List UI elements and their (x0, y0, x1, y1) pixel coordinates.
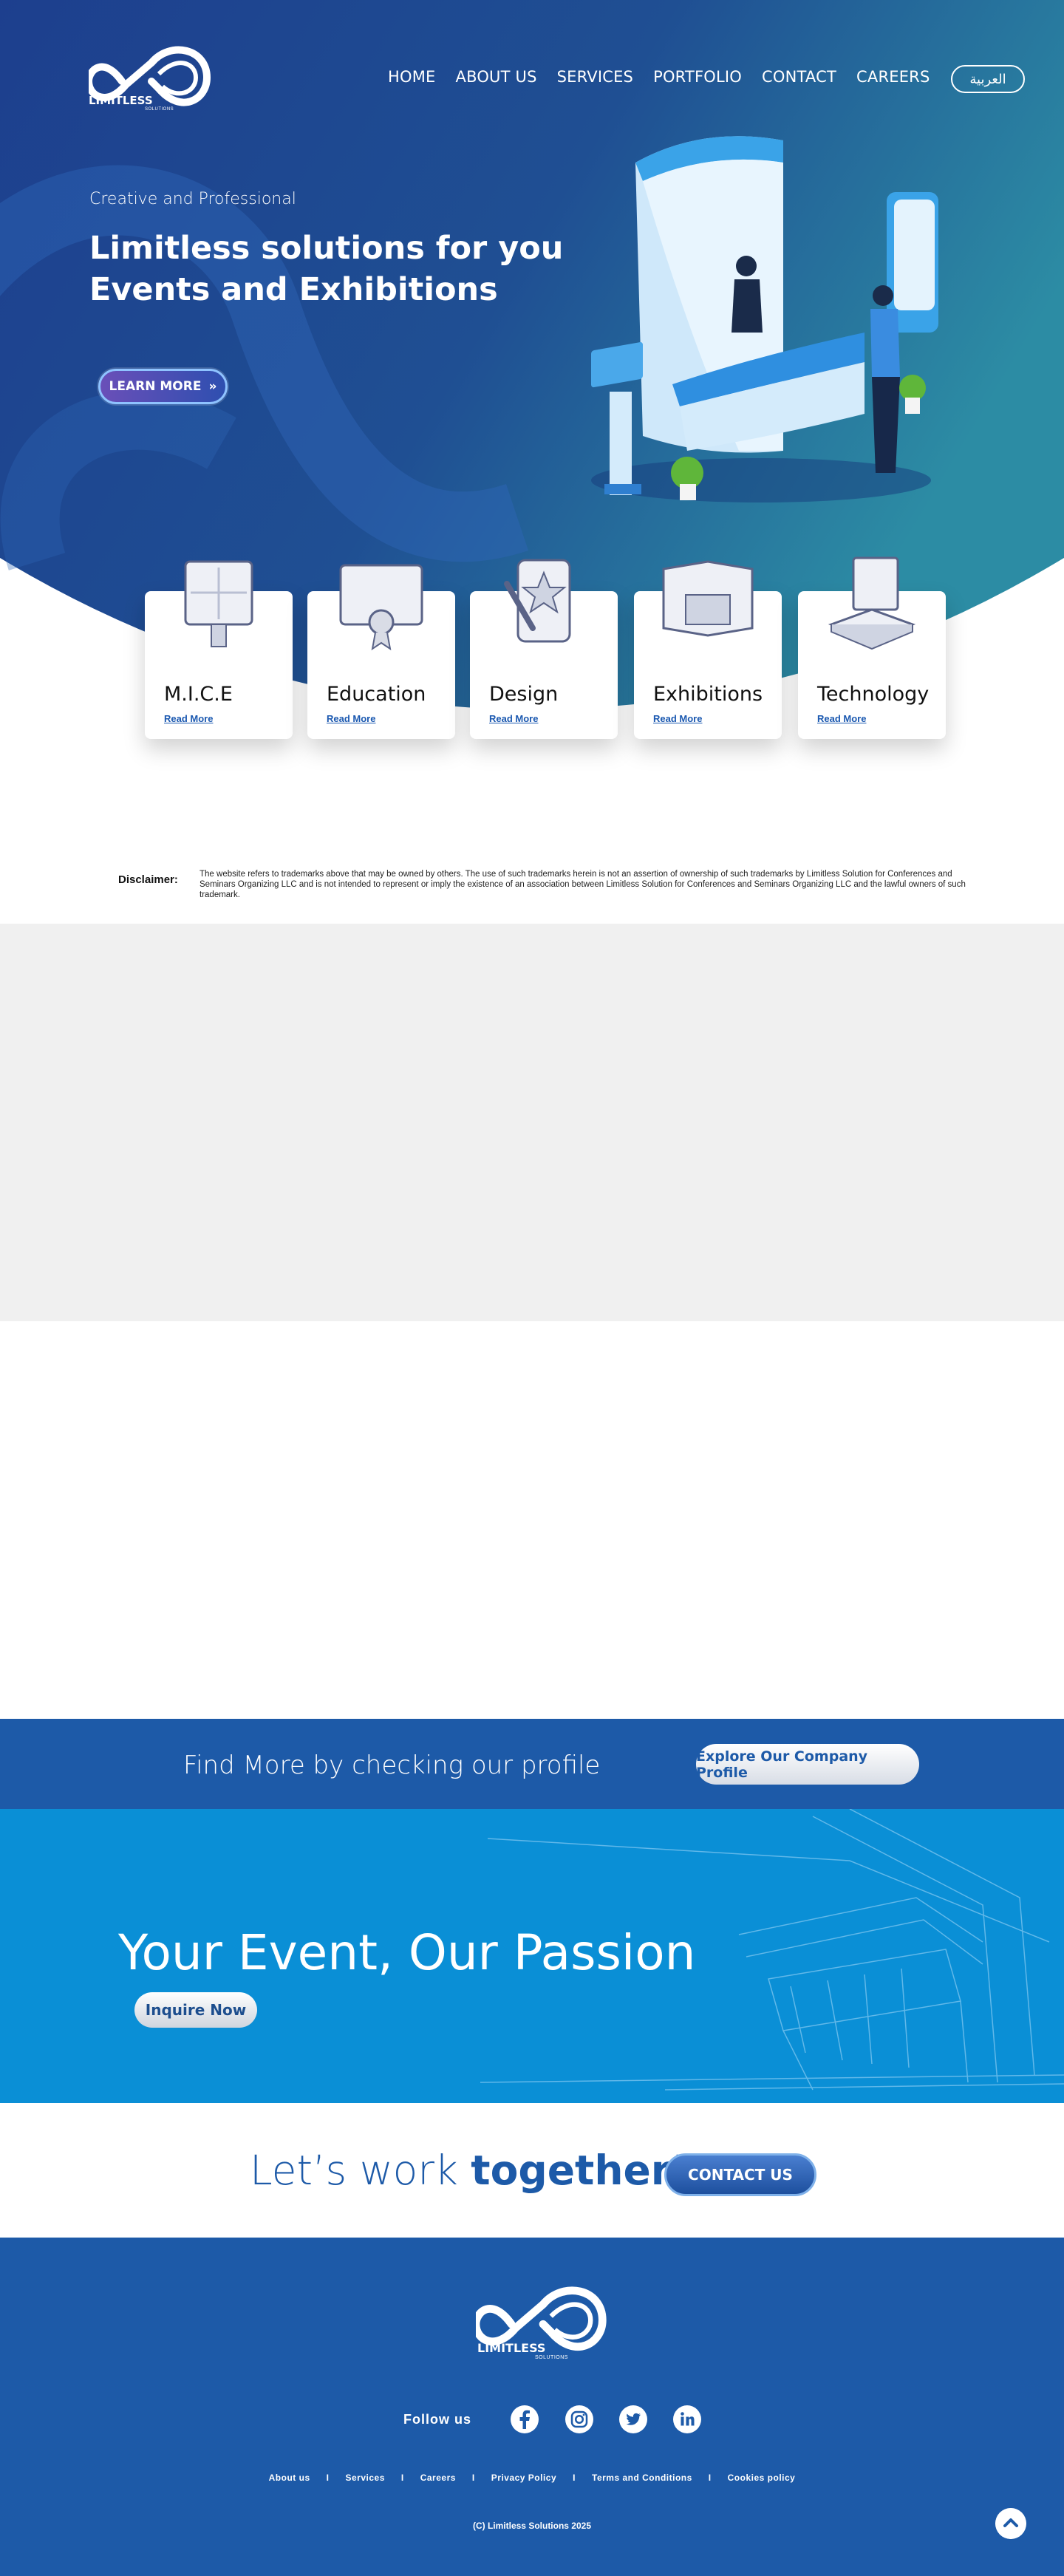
read-more-link[interactable]: Read More (327, 713, 375, 724)
contact-us-button[interactable]: CONTACT US (664, 2153, 816, 2196)
learn-more-label: LEARN MORE (109, 379, 202, 394)
read-more-link[interactable]: Read More (653, 713, 702, 724)
hero-subtitle: Creative and Professional (89, 190, 296, 208)
services-cards: M.I.C.E Read More Education Read More De… (145, 556, 946, 739)
certificate-icon (339, 564, 423, 651)
service-card-mice[interactable]: M.I.C.E Read More (145, 560, 293, 739)
together-light-text: Let’s work (250, 2147, 471, 2194)
follow-us-label: Follow us (403, 2412, 471, 2427)
learn-more-button[interactable]: LEARN MORE » (98, 369, 228, 404)
explore-company-profile-button[interactable]: Explore Our Company Profile (696, 1744, 919, 1785)
nav-careers[interactable]: CAREERS (856, 68, 930, 86)
service-title: M.I.C.E (164, 683, 233, 706)
service-title: Design (489, 683, 559, 706)
nav-about-us[interactable]: ABOUT US (456, 68, 537, 86)
read-more-link[interactable]: Read More (817, 713, 866, 724)
hero-title-line2: Events and Exhibitions (89, 271, 498, 308)
logo-text: LIMITLESS (89, 94, 153, 107)
footer-link-terms[interactable]: Terms and Conditions (592, 2473, 692, 2483)
read-more-link[interactable]: Read More (164, 713, 213, 724)
computer-icon (828, 556, 916, 650)
footer-link-separator: I (708, 2473, 712, 2483)
grey-content-band (0, 924, 1064, 1321)
hero-title: Limitless solutions for you Events and E… (89, 228, 592, 310)
language-toggle-button[interactable]: العربية (951, 65, 1025, 93)
linkedin-icon[interactable] (672, 2405, 702, 2434)
inquire-now-button[interactable]: Inquire Now (134, 1992, 257, 2028)
footer-link-about-us[interactable]: About us (269, 2473, 310, 2483)
double-chevron-right-icon: » (208, 379, 217, 394)
nav-contact[interactable]: CONTACT (762, 68, 836, 86)
service-card-design[interactable]: Design Read More (470, 559, 618, 739)
disclaimer-label: Disclaimer: (118, 873, 178, 886)
presentation-board-icon (184, 560, 253, 647)
twitter-icon[interactable] (618, 2405, 648, 2434)
footer-link-separator: I (471, 2473, 475, 2483)
footer-logo-subtext: SOLUTIONS (535, 2355, 568, 2360)
service-title: Exhibitions (653, 683, 763, 706)
passion-title: Your Event, Our Passion (118, 1924, 696, 1981)
footer-link-separator: I (326, 2473, 330, 2483)
instagram-icon[interactable] (565, 2405, 594, 2434)
exhibition-booth-illustration (591, 136, 938, 502)
work-together-heading: Let’s work together! (250, 2147, 689, 2194)
hero-title-line1: Limitless solutions for you (89, 230, 564, 267)
main-nav: HOME ABOUT US SERVICES PORTFOLIO CONTACT… (388, 68, 950, 86)
service-title: Education (327, 683, 426, 706)
nav-home[interactable]: HOME (388, 68, 436, 86)
footer-link-careers[interactable]: Careers (420, 2473, 456, 2483)
footer-logo-text: LIMITLESS (477, 2341, 546, 2355)
read-more-link[interactable]: Read More (489, 713, 538, 724)
copyright-text: (C) Limitless Solutions 2025 (472, 2521, 592, 2531)
profile-text: Find More by checking our profile (183, 1751, 601, 1780)
service-title: Technology (817, 683, 930, 706)
nav-portfolio[interactable]: PORTFOLIO (653, 68, 742, 86)
facebook-icon[interactable] (510, 2405, 539, 2434)
service-card-education[interactable]: Education Read More (307, 564, 455, 739)
footer-link-separator: I (400, 2473, 404, 2483)
footer-link-services[interactable]: Services (345, 2473, 384, 2483)
footer-links: About us I Services I Careers I Privacy … (0, 2473, 1064, 2483)
service-card-technology[interactable]: Technology Read More (798, 556, 946, 739)
exhibition-booth-icon (662, 560, 754, 637)
footer-link-cookies-policy[interactable]: Cookies policy (728, 2473, 796, 2483)
footer-link-separator: I (573, 2473, 576, 2483)
scroll-to-top-button[interactable] (995, 2508, 1026, 2539)
logo-subtext: SOLUTIONS (145, 107, 174, 112)
disclaimer-text: The website refers to trademarks above t… (200, 870, 966, 899)
nav-services[interactable]: SERVICES (557, 68, 633, 86)
together-bold-text: together! (471, 2147, 689, 2194)
service-card-exhibitions[interactable]: Exhibitions Read More (634, 560, 782, 739)
footer-link-privacy-policy[interactable]: Privacy Policy (491, 2473, 556, 2483)
design-tablet-icon (504, 559, 571, 643)
